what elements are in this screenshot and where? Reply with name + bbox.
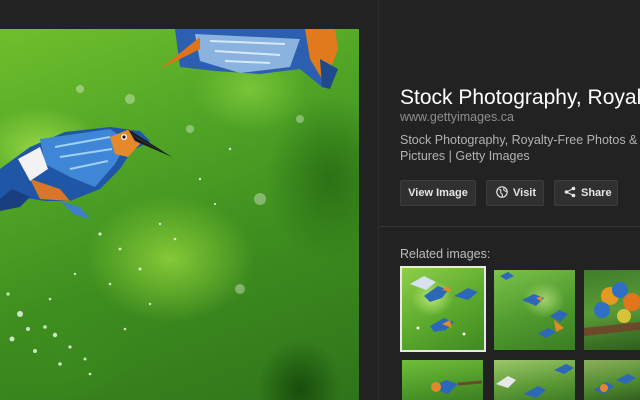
thumbnail-photo bbox=[410, 276, 478, 336]
image-viewer-page: Stock Photography, Royalty-Free Photos &… bbox=[0, 0, 640, 400]
section-divider bbox=[379, 226, 640, 227]
source-url[interactable]: www.gettyimages.ca bbox=[400, 110, 514, 125]
visit-button[interactable]: Visit bbox=[486, 180, 544, 206]
thumbnail-photo bbox=[496, 364, 574, 398]
panel-divider bbox=[378, 0, 379, 400]
related-images-label: Related images: bbox=[400, 247, 491, 261]
related-thumbnail-2[interactable] bbox=[494, 270, 575, 350]
thumbnail-photo bbox=[584, 282, 640, 336]
image-title[interactable]: Stock Photography, Royalty-Free Photos &… bbox=[400, 86, 640, 110]
image-description: Stock Photography, Royalty-Free Photos &… bbox=[400, 133, 638, 163]
view-image-button[interactable]: View Image bbox=[400, 180, 476, 206]
related-thumbnail-1[interactable] bbox=[400, 266, 486, 352]
visit-label: Visit bbox=[513, 187, 537, 199]
thumbnail-photo bbox=[430, 380, 483, 394]
main-preview-image[interactable] bbox=[0, 29, 359, 400]
share-button[interactable]: Share bbox=[554, 180, 618, 206]
kingfisher-photo bbox=[0, 29, 338, 376]
globe-icon bbox=[496, 185, 508, 201]
related-thumbnail-5[interactable] bbox=[494, 360, 575, 400]
thumbnail-photo bbox=[594, 374, 636, 394]
related-thumbnail-3[interactable] bbox=[584, 270, 640, 350]
share-label: Share bbox=[581, 187, 612, 199]
view-image-label: View Image bbox=[408, 187, 468, 199]
related-thumbnail-4[interactable] bbox=[402, 360, 483, 400]
thumbnail-photo bbox=[500, 272, 568, 338]
related-thumbnail-6[interactable] bbox=[584, 360, 640, 400]
share-icon bbox=[564, 186, 576, 201]
